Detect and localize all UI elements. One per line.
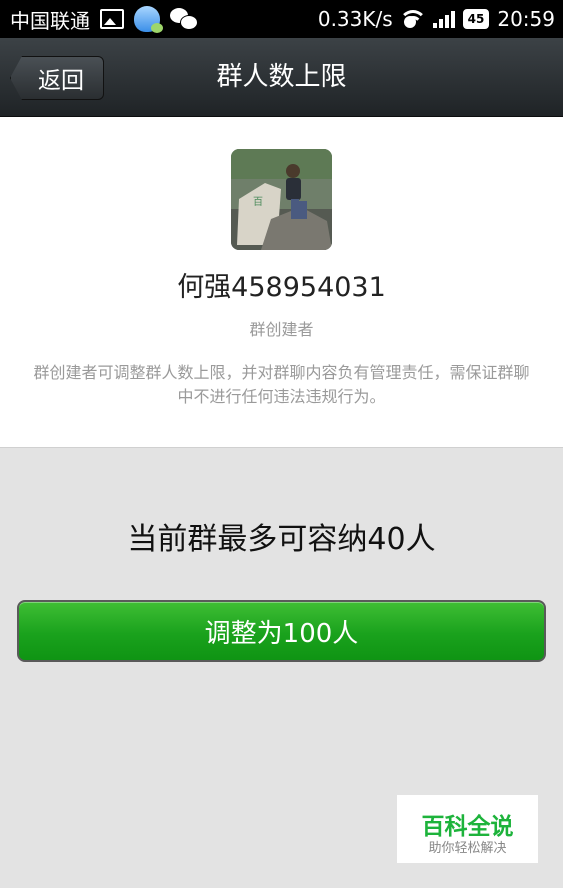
title-bar: 群人数上限 返回 <box>0 38 563 117</box>
avatar-photo: 百 <box>231 149 332 250</box>
back-button-label: 返回 <box>38 68 84 94</box>
creator-profile-section: 百 何强458954031 群创建者 群创建者可调整群人数上限，并对群聊内容负有… <box>0 117 563 448</box>
network-speed: 0.33K/s <box>317 7 393 31</box>
current-capacity-text: 当前群最多可容纳40人 <box>127 522 436 557</box>
wifi-icon <box>400 10 425 28</box>
wechat-notification-icon <box>170 8 198 30</box>
gallery-notification-icon <box>100 9 124 29</box>
clock: 20:59 <box>497 7 555 31</box>
watermark-title: 百科全说 <box>421 814 514 840</box>
svg-text:百: 百 <box>253 196 263 208</box>
avatar[interactable]: 百 <box>231 149 332 250</box>
battery-icon: 45 <box>462 9 490 29</box>
adjust-capacity-button[interactable]: 调整为100人 <box>17 600 546 662</box>
creator-description: 群创建者可调整群人数上限，并对群聊内容负有管理责任，需保证群聊中不进行任何违法违… <box>33 363 530 406</box>
carrier-name: 中国联通 <box>10 8 90 33</box>
status-bar: 中国联通 0.33K/s 45 20:59 <box>0 0 563 38</box>
watermark-logo: 百科全说 助你轻松解决 <box>397 795 538 863</box>
watermark-subtitle: 助你轻松解决 <box>428 841 507 856</box>
creator-name: 何强458954031 <box>177 272 386 303</box>
creator-role-label: 群创建者 <box>249 320 314 339</box>
qq-notification-icon <box>134 6 163 33</box>
back-button[interactable]: 返回 <box>10 56 104 100</box>
signal-icon <box>432 10 455 28</box>
